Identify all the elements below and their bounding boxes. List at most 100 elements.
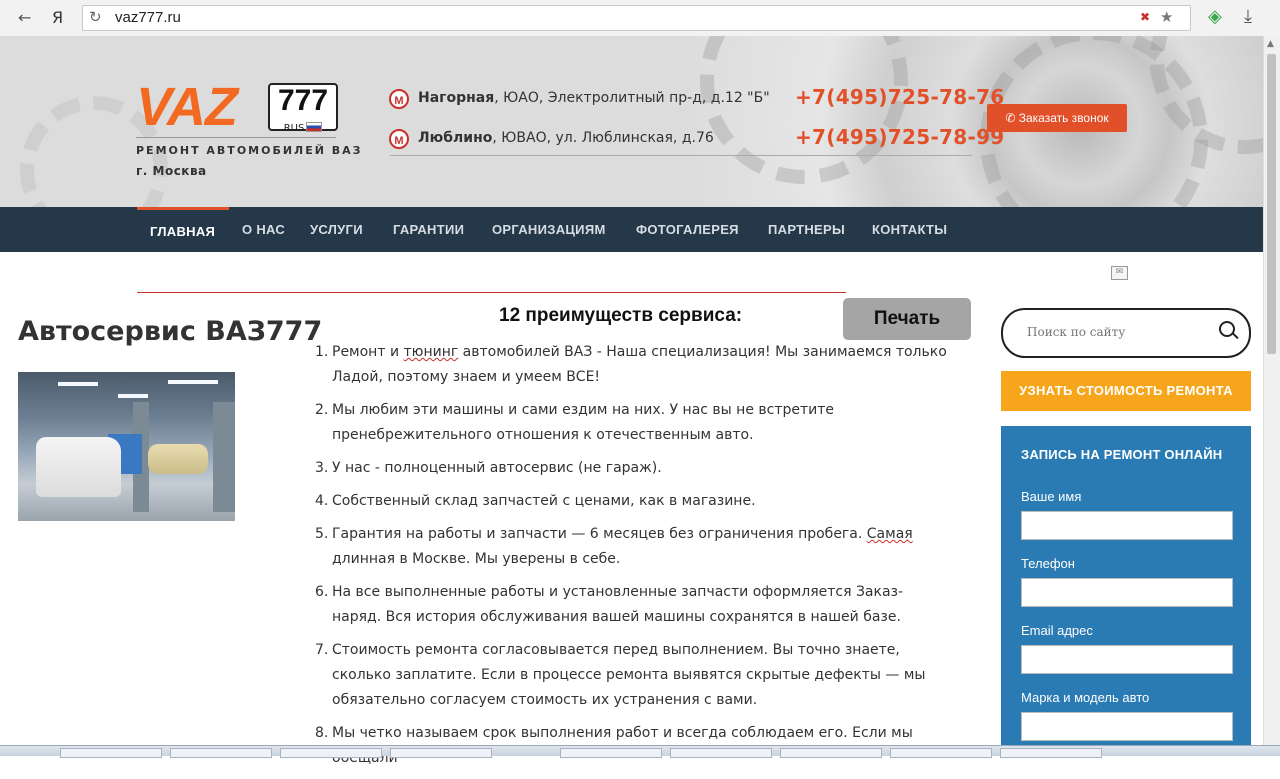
search-box[interactable]: [1001, 308, 1251, 358]
item-text: Гарантия на работы и запчасти — 6 месяце…: [332, 526, 867, 542]
clear-icon[interactable]: ✖: [1140, 10, 1150, 24]
phone-number[interactable]: +7(495)725-78-76: [795, 85, 1005, 109]
item-number: 3.: [315, 460, 329, 476]
reload-icon[interactable]: ↻: [89, 8, 102, 26]
item-number: 5.: [315, 526, 329, 542]
page-title: Автосервис ВАЗ777: [18, 316, 323, 347]
advantages-list: 1. Ремонт и тюнинг автомобилей ВАЗ - Наша…: [315, 340, 950, 779]
field-label: Телефон: [1021, 556, 1075, 571]
list-item: 2. Мы любим эти машины и сами ездим на ни…: [315, 398, 950, 448]
scrollbar-thumb[interactable]: [1267, 54, 1276, 354]
field-label: Ваше имя: [1021, 489, 1082, 504]
item-text: длинная в Москве. Мы уверены в себе.: [332, 551, 621, 567]
online-booking-form: ЗАПИСЬ НА РЕМОНТ ОНЛАЙН Ваше имя Телефон…: [1001, 426, 1251, 746]
taskbar-button[interactable]: [390, 748, 492, 758]
list-item: 1. Ремонт и тюнинг автомобилей ВАЗ - Наша…: [315, 340, 950, 390]
item-number: 1.: [315, 344, 329, 360]
main-nav: ГЛАВНАЯ О НАС УСЛУГИ ГАРАНТИИ ОРГАНИЗАЦИ…: [0, 207, 1264, 252]
item-number: 7.: [315, 642, 329, 658]
item-text: Стоимость ремонта согласовывается перед …: [332, 642, 926, 708]
metro-station: Люблино: [418, 130, 493, 146]
metro-icon: М: [389, 89, 409, 109]
taskbar-button[interactable]: [670, 748, 772, 758]
photo-detail: [58, 382, 98, 386]
service-photo: [18, 372, 235, 521]
taskbar-button[interactable]: [1000, 748, 1102, 758]
list-item: 5. Гарантия на работы и запчасти — 6 меся…: [315, 522, 950, 572]
car-model-field[interactable]: [1021, 712, 1233, 741]
address-bar[interactable]: ↻ vaz777.ru ✖ ★: [82, 5, 1191, 31]
field-label: Марка и модель авто: [1021, 690, 1150, 705]
nav-item-gallery[interactable]: ФОТОГАЛЕРЕЯ: [636, 222, 739, 237]
divider: [137, 292, 846, 293]
phone-field[interactable]: [1021, 578, 1233, 607]
photo-detail: [118, 394, 148, 398]
photo-detail: [168, 380, 218, 384]
mail-icon[interactable]: ✉: [1111, 266, 1128, 280]
item-text: Мы любим эти машины и сами ездим на них.…: [332, 402, 835, 443]
search-input[interactable]: [1025, 324, 1209, 340]
logo-city: г. Москва: [136, 164, 207, 178]
bookmark-star-icon[interactable]: ★: [1160, 8, 1173, 26]
item-text: Самая: [866, 526, 913, 542]
form-title: ЗАПИСЬ НА РЕМОНТ ОНЛАЙН: [1021, 447, 1223, 462]
address-text: , ЮАО, Электролитный пр-д, д.12 "Б": [494, 90, 770, 106]
photo-detail: [36, 437, 121, 497]
nav-item-home[interactable]: ГЛАВНАЯ: [150, 224, 215, 239]
browser-toolbar: ← Я ↻ vaz777.ru ✖ ★ ◈ ⤓: [0, 0, 1280, 37]
item-number: 4.: [315, 493, 329, 509]
nav-item-guarantees[interactable]: ГАРАНТИИ: [393, 222, 464, 237]
item-text: тюнинг: [403, 344, 459, 360]
yandex-icon[interactable]: Я: [52, 8, 63, 27]
divider: [390, 155, 972, 156]
callback-button[interactable]: ✆ Заказать звонок: [987, 104, 1127, 132]
item-text: На все выполненные работы и установленны…: [332, 584, 904, 625]
photo-detail: [148, 444, 208, 474]
list-item: 3. У нас - полноценный автосервис (не гар…: [315, 456, 950, 481]
list-item: 6. На все выполненные работы и установлен…: [315, 580, 950, 630]
advantages-heading: 12 преимуществ сервиса:: [499, 305, 743, 326]
taskbar-button[interactable]: [280, 748, 382, 758]
phone-number[interactable]: +7(495)725-78-99: [795, 125, 1005, 149]
logo-tagline: РЕМОНТ АВТОМОБИЛЕЙ ВАЗ: [136, 144, 363, 157]
taskbar-button[interactable]: [890, 748, 992, 758]
item-number: 2.: [315, 402, 329, 418]
address-line: Нагорная, ЮАО, Электролитный пр-д, д.12 …: [418, 90, 770, 106]
license-plate: 777 RUS: [268, 83, 338, 134]
logo-text: VAZ: [136, 77, 238, 137]
photo-detail: [213, 402, 235, 512]
download-icon[interactable]: ⤓: [1244, 6, 1252, 27]
print-button[interactable]: Печать: [843, 298, 971, 340]
address-line: Люблино, ЮВАО, ул. Люблинская, д.76: [418, 130, 714, 146]
repair-cost-button[interactable]: УЗНАТЬ СТОИМОСТЬ РЕМОНТА: [1001, 371, 1251, 411]
taskbar-button[interactable]: [60, 748, 162, 758]
search-icon[interactable]: [1219, 321, 1235, 337]
item-number: 8.: [315, 725, 329, 741]
nav-item-partners[interactable]: ПАРТНЕРЫ: [768, 222, 845, 237]
taskbar-button[interactable]: [560, 748, 662, 758]
list-item: 7. Стоимость ремонта согласовывается пере…: [315, 638, 950, 713]
nav-item-organizations[interactable]: ОРГАНИЗАЦИЯМ: [492, 222, 606, 237]
metro-icon: М: [389, 129, 409, 149]
russia-flag-icon: [306, 122, 323, 132]
list-item: 4. Собственный склад запчастей с ценами, …: [315, 489, 950, 514]
active-indicator: [137, 207, 229, 210]
taskbar-button[interactable]: [780, 748, 882, 758]
metro-station: Нагорная: [418, 90, 495, 106]
shield-icon[interactable]: ◈: [1208, 6, 1222, 27]
vertical-scrollbar[interactable]: ▲: [1263, 36, 1280, 745]
url-text[interactable]: vaz777.ru: [115, 9, 181, 26]
nav-item-contacts[interactable]: КОНТАКТЫ: [872, 222, 947, 237]
nav-item-services[interactable]: УСЛУГИ: [310, 222, 363, 237]
item-text: Собственный склад запчастей с ценами, ка…: [332, 493, 756, 509]
name-field[interactable]: [1021, 511, 1233, 540]
scroll-up-icon[interactable]: ▲: [1267, 39, 1274, 49]
back-icon[interactable]: ←: [18, 8, 31, 27]
item-number: 6.: [315, 584, 329, 600]
gear-decoration: [700, 36, 908, 184]
email-field[interactable]: [1021, 645, 1233, 674]
taskbar-button[interactable]: [170, 748, 272, 758]
item-text: У нас - полноценный автосервис (не гараж…: [332, 460, 662, 476]
nav-item-about[interactable]: О НАС: [242, 222, 285, 237]
field-label: Email адрес: [1021, 623, 1093, 638]
